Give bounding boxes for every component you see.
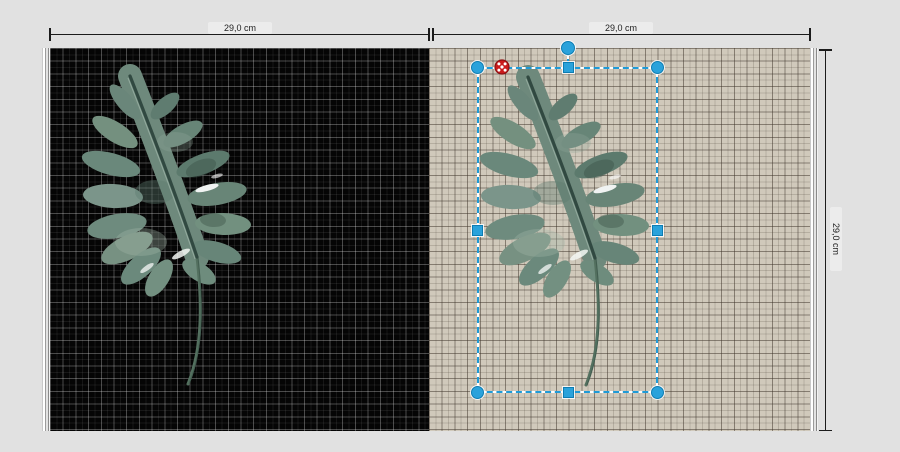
dim-cap-right <box>428 28 430 41</box>
dim-cap-top <box>819 49 832 51</box>
dim-line <box>433 34 810 35</box>
stretch-handle-left[interactable] <box>472 225 483 236</box>
dim-cap-left <box>49 28 51 41</box>
work-canvas-fabric[interactable] <box>429 48 810 431</box>
stretch-handle-top[interactable] <box>563 62 574 73</box>
rotate-handle-icon[interactable] <box>561 41 575 55</box>
scale-handle-bottom-right[interactable] <box>651 386 664 399</box>
red-wheel-anchor-icon[interactable] <box>494 59 510 75</box>
stretch-handle-right[interactable] <box>652 225 663 236</box>
stretch-handle-bottom[interactable] <box>563 387 574 398</box>
dim-cap-left <box>432 28 434 41</box>
dim-cap-right <box>809 28 811 41</box>
scale-handle-top-left[interactable] <box>471 61 484 74</box>
dim-line <box>825 50 826 430</box>
left-scrollbar-strip[interactable] <box>42 48 50 431</box>
ruler-label-side: 29,0 cm <box>830 207 842 271</box>
preview-canvas-dark[interactable] <box>50 48 429 431</box>
scale-handle-top-right[interactable] <box>651 61 664 74</box>
leaf-blade <box>79 76 251 301</box>
ruler-label-left: 29,0 cm <box>208 22 272 34</box>
selection-border[interactable] <box>477 67 658 393</box>
scale-handle-bottom-left[interactable] <box>471 386 484 399</box>
dim-cap-bottom <box>819 430 832 432</box>
monstera-leaf-artwork[interactable] <box>85 72 258 387</box>
ruler-label-right: 29,0 cm <box>589 22 653 34</box>
dim-line <box>50 34 429 35</box>
selection-box[interactable] <box>477 67 658 393</box>
right-scrollbar-strip[interactable] <box>810 48 818 431</box>
